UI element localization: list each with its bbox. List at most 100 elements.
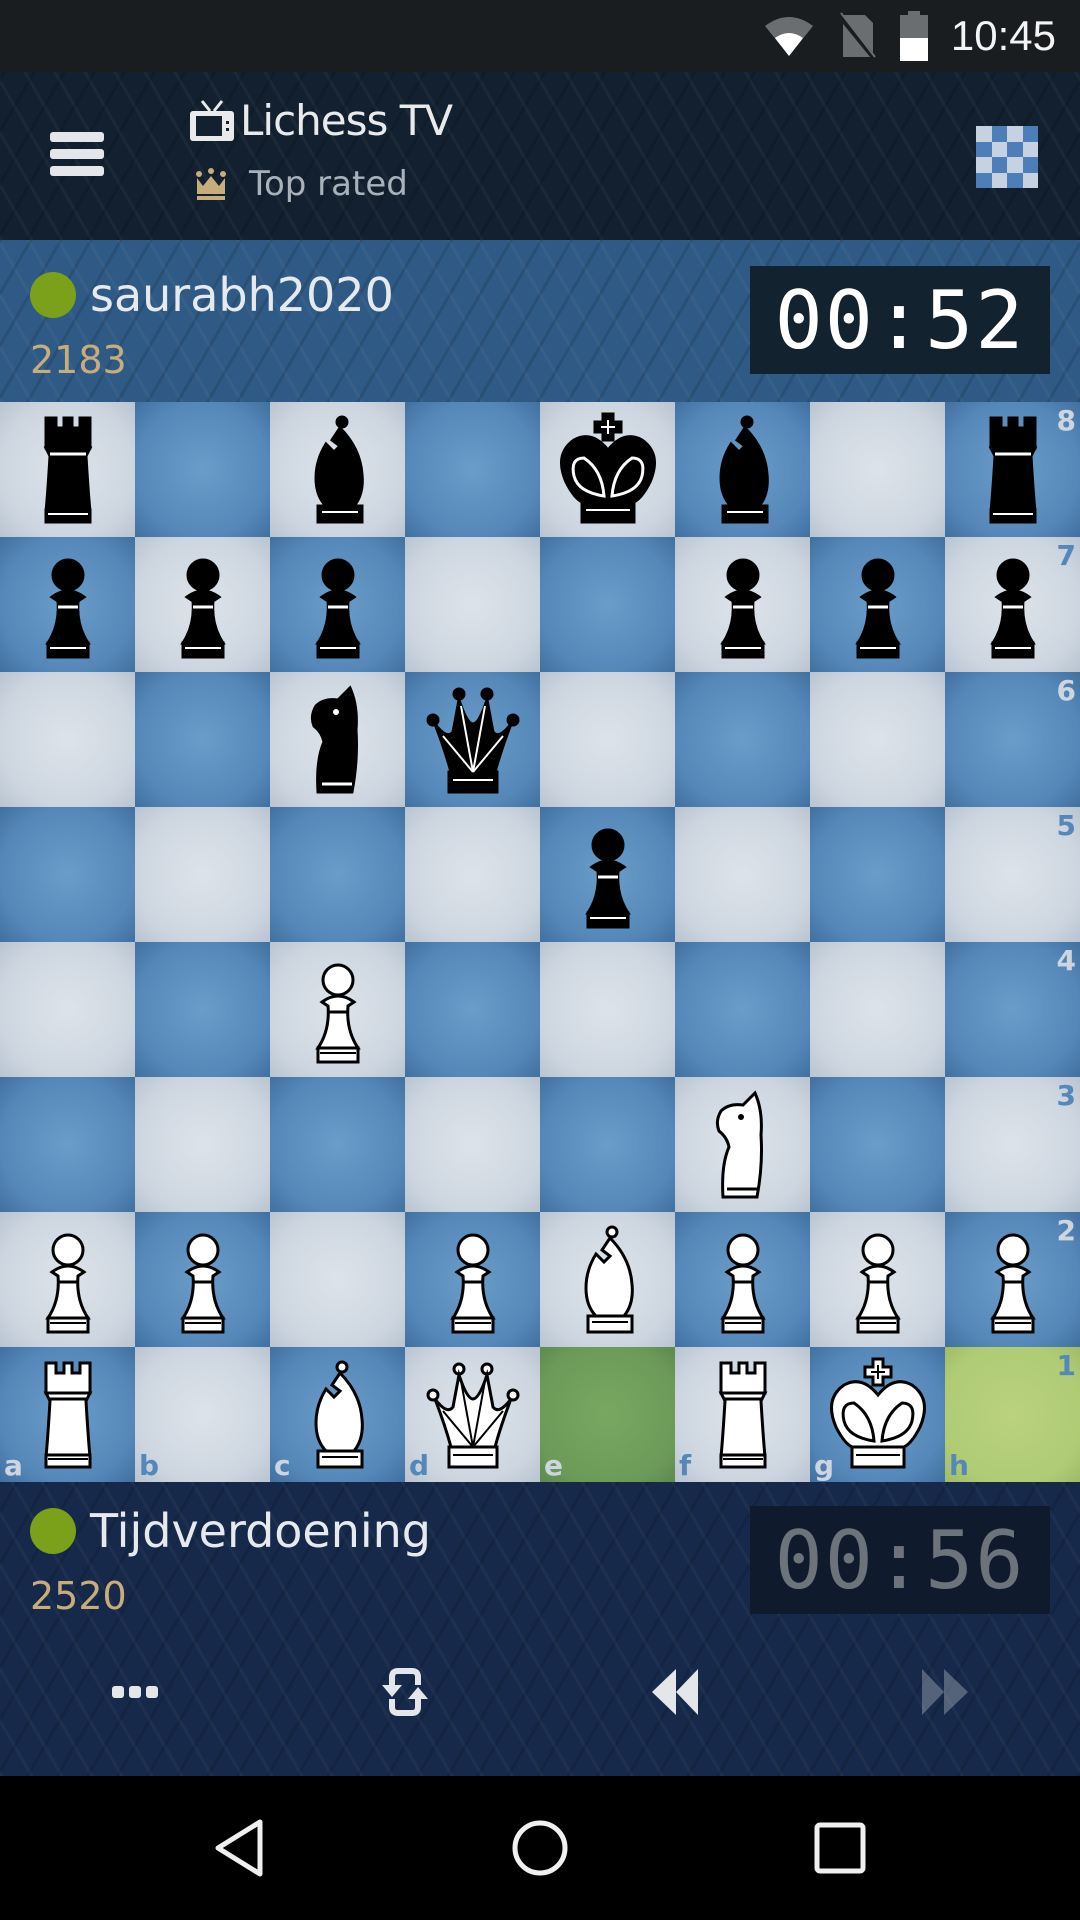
black-pawn-icon[interactable] [953,545,1073,665]
square-f6[interactable] [675,672,810,807]
square-b3[interactable] [135,1077,270,1212]
square-d8[interactable] [405,402,540,537]
flip-board-button[interactable] [270,1632,540,1752]
square-h4[interactable]: 4 [945,942,1080,1077]
recents-button[interactable] [690,1820,990,1876]
square-g2[interactable] [810,1212,945,1347]
hamburger-menu-icon[interactable] [50,132,104,176]
white-pawn-icon[interactable] [143,1220,263,1340]
square-h6[interactable]: 6 [945,672,1080,807]
black-pawn-icon[interactable] [278,545,398,665]
square-f3[interactable] [675,1077,810,1212]
white-knight-icon[interactable] [683,1085,803,1205]
square-h1[interactable]: 1h [945,1347,1080,1482]
square-b1[interactable]: b [135,1347,270,1482]
square-d7[interactable] [405,537,540,672]
square-d6[interactable] [405,672,540,807]
square-d1[interactable]: d [405,1347,540,1482]
square-d2[interactable] [405,1212,540,1347]
square-g1[interactable]: g [810,1347,945,1482]
square-g7[interactable] [810,537,945,672]
square-a1[interactable]: a [0,1347,135,1482]
white-bishop-icon[interactable] [278,1355,398,1475]
square-c8[interactable] [270,402,405,537]
square-a3[interactable] [0,1077,135,1212]
square-c3[interactable] [270,1077,405,1212]
square-c5[interactable] [270,807,405,942]
square-d3[interactable] [405,1077,540,1212]
square-e1[interactable]: e [540,1347,675,1482]
square-a7[interactable] [0,537,135,672]
square-a5[interactable] [0,807,135,942]
square-d4[interactable] [405,942,540,1077]
square-f5[interactable] [675,807,810,942]
square-g8[interactable] [810,402,945,537]
square-e2[interactable] [540,1212,675,1347]
white-queen-icon[interactable] [413,1355,533,1475]
white-pawn-icon[interactable] [278,950,398,1070]
black-rook-icon[interactable] [953,410,1073,530]
square-f2[interactable] [675,1212,810,1347]
black-knight-icon[interactable] [278,680,398,800]
square-h7[interactable]: 7 [945,537,1080,672]
black-queen-icon[interactable] [413,680,533,800]
white-bishop-icon[interactable] [548,1220,668,1340]
black-pawn-icon[interactable] [548,815,668,935]
square-f7[interactable] [675,537,810,672]
black-pawn-icon[interactable] [143,545,263,665]
square-b8[interactable] [135,402,270,537]
square-f4[interactable] [675,942,810,1077]
black-pawn-icon[interactable] [683,545,803,665]
square-c2[interactable] [270,1212,405,1347]
square-h2[interactable]: 2 [945,1212,1080,1347]
square-a6[interactable] [0,672,135,807]
back-button[interactable] [90,1818,390,1878]
square-c1[interactable]: c [270,1347,405,1482]
square-c6[interactable] [270,672,405,807]
square-a8[interactable] [0,402,135,537]
square-e4[interactable] [540,942,675,1077]
chess-board[interactable]: 8 7 6 5 4 3 2 a b c d e f g 1 h [0,402,1080,1482]
square-h8[interactable]: 8 [945,402,1080,537]
black-bishop-icon[interactable] [278,410,398,530]
square-b2[interactable] [135,1212,270,1347]
more-options-button[interactable] [0,1632,270,1752]
black-pawn-icon[interactable] [8,545,128,665]
square-g3[interactable] [810,1077,945,1212]
white-rook-icon[interactable] [8,1355,128,1475]
square-h3[interactable]: 3 [945,1077,1080,1212]
step-forward-button[interactable] [810,1632,1080,1752]
square-g5[interactable] [810,807,945,942]
square-e6[interactable] [540,672,675,807]
square-g6[interactable] [810,672,945,807]
black-bishop-icon[interactable] [683,410,803,530]
square-b6[interactable] [135,672,270,807]
step-backward-button[interactable] [540,1632,810,1752]
checkerboard-icon[interactable] [976,126,1038,188]
square-h5[interactable]: 5 [945,807,1080,942]
white-king-icon[interactable] [818,1355,938,1475]
black-pawn-icon[interactable] [818,545,938,665]
square-e8[interactable] [540,402,675,537]
square-b4[interactable] [135,942,270,1077]
bottom-player-name[interactable]: Tijdverdoening [90,1504,431,1558]
square-f1[interactable]: f [675,1347,810,1482]
white-pawn-icon[interactable] [8,1220,128,1340]
square-f8[interactable] [675,402,810,537]
black-rook-icon[interactable] [8,410,128,530]
square-c7[interactable] [270,537,405,672]
square-e5[interactable] [540,807,675,942]
white-pawn-icon[interactable] [953,1220,1073,1340]
black-king-icon[interactable] [548,410,668,530]
square-e3[interactable] [540,1077,675,1212]
top-player-name[interactable]: saurabh2020 [90,268,394,322]
square-b5[interactable] [135,807,270,942]
white-pawn-icon[interactable] [818,1220,938,1340]
square-g4[interactable] [810,942,945,1077]
white-pawn-icon[interactable] [683,1220,803,1340]
square-d5[interactable] [405,807,540,942]
square-a4[interactable] [0,942,135,1077]
square-e7[interactable] [540,537,675,672]
home-button[interactable] [390,1818,690,1878]
square-c4[interactable] [270,942,405,1077]
